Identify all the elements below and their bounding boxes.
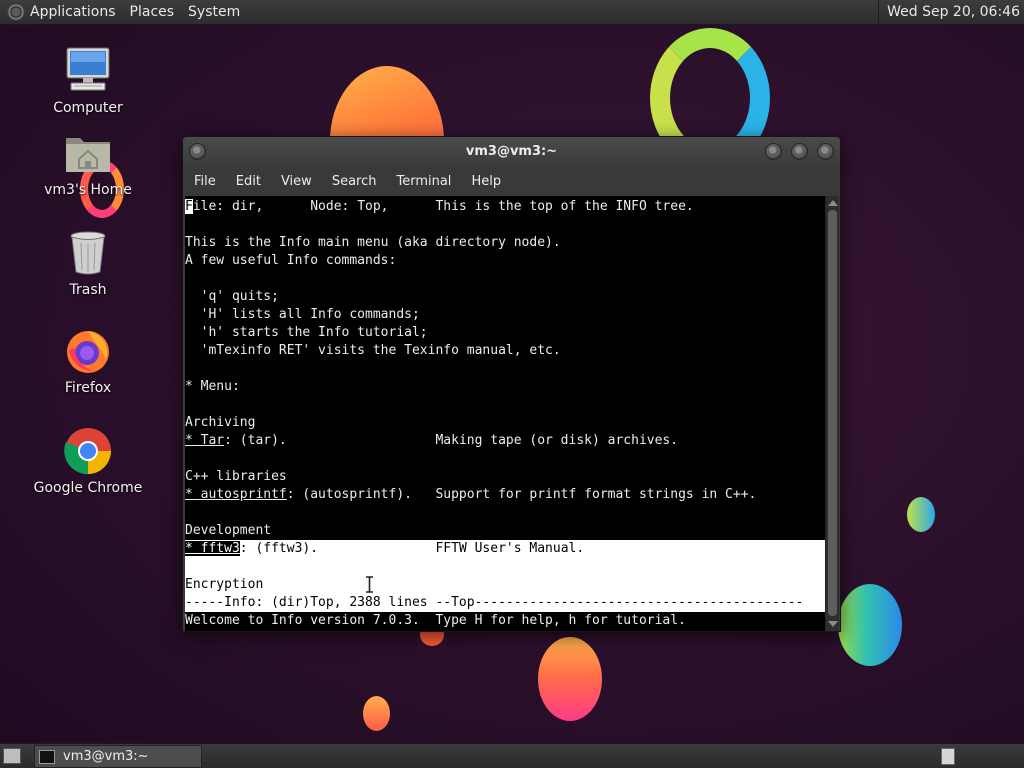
- desktop-icon-chrome[interactable]: Google Chrome: [33, 426, 143, 496]
- desktop-icon-computer[interactable]: Computer: [33, 46, 143, 116]
- menu-edit[interactable]: Edit: [236, 174, 261, 189]
- window-title: vm3@vm3:~: [465, 144, 558, 159]
- computer-icon: [63, 46, 113, 96]
- section-heading: Encryption: [185, 576, 826, 594]
- menu-entry-fftw3: * fftw3: (fftw3). FFTW User's Manual.: [185, 540, 826, 558]
- window-menubar: File Edit View Search Terminal Help: [183, 167, 840, 196]
- menu-entry-desc: : (tar). Making tape (or disk) archives.: [224, 433, 679, 448]
- text-cursor: F: [185, 199, 193, 214]
- panel-clock[interactable]: Wed Sep 20, 06:46: [878, 0, 1024, 25]
- close-button[interactable]: [817, 143, 834, 160]
- desktop-icon-label: Trash: [69, 282, 107, 298]
- menu-entry-tar: * Tar: (tar). Making tape (or disk) arch…: [185, 432, 678, 450]
- info-header-line: File: dir, Node: Top, This is the top of…: [185, 198, 694, 216]
- wallpaper-small-orange-blob: [363, 696, 390, 731]
- wallpaper-small-green-blob: [907, 497, 935, 532]
- info-mode-line: -----Info: (dir)Top, 2388 lines --Top---…: [185, 594, 826, 612]
- window-titlebar[interactable]: vm3@vm3:~: [183, 137, 840, 167]
- terminal-line: 'H' lists all Info commands;: [185, 307, 420, 322]
- menu-entry-desc: : (autosprintf). Support for printf form…: [286, 487, 757, 502]
- home-folder-icon: [63, 128, 113, 178]
- terminal-line: This is the Info main menu (aka director…: [185, 235, 561, 250]
- workspace-switcher[interactable]: [941, 748, 955, 765]
- desktop-icon-trash[interactable]: Trash: [33, 228, 143, 298]
- applications-menu[interactable]: Applications: [30, 4, 116, 20]
- bottom-panel: vm3@vm3:~: [0, 743, 1024, 768]
- section-heading: Archiving: [185, 415, 256, 430]
- info-link-tar[interactable]: * Tar: [185, 433, 224, 448]
- info-link-fftw3[interactable]: * fftw3: [185, 541, 240, 556]
- info-header-text: ile: dir, Node: Top, This is the top of …: [192, 199, 694, 214]
- menu-help[interactable]: Help: [471, 174, 501, 189]
- section-heading: Development: [185, 523, 272, 538]
- desktop-icon-label: Computer: [53, 100, 123, 116]
- top-panel: Applications Places System Wed Sep 20, 0…: [0, 0, 1024, 25]
- scroll-thumb[interactable]: [828, 210, 837, 616]
- ibeam-cursor-icon: [366, 576, 373, 593]
- menu-view[interactable]: View: [281, 174, 312, 189]
- gnome-menu-icon[interactable]: [7, 3, 25, 21]
- terminal-line: 'q' quits;: [185, 289, 279, 304]
- menu-terminal[interactable]: Terminal: [396, 174, 451, 189]
- terminal-icon: [39, 749, 55, 764]
- info-link-autosprintf[interactable]: * autosprintf: [185, 487, 287, 502]
- trash-icon: [63, 228, 113, 278]
- chrome-icon: [63, 426, 113, 476]
- menu-file[interactable]: File: [194, 174, 216, 189]
- section-heading: C++ libraries: [185, 469, 287, 484]
- places-menu[interactable]: Places: [130, 4, 175, 20]
- terminal-line: * Menu:: [185, 379, 240, 394]
- terminal-window[interactable]: vm3@vm3:~ File Edit View Search Terminal…: [182, 136, 841, 632]
- desktop-icon-firefox[interactable]: Firefox: [33, 326, 143, 396]
- scroll-down-arrow-icon[interactable]: [828, 621, 838, 627]
- taskbar-terminal-button[interactable]: vm3@vm3:~: [34, 745, 202, 768]
- system-menu[interactable]: System: [188, 4, 240, 20]
- terminal-scrollbar[interactable]: [825, 196, 839, 631]
- wallpaper-pink-blob: [538, 637, 602, 721]
- taskbar-task-label: vm3@vm3:~: [63, 749, 149, 764]
- firefox-icon: [63, 326, 113, 376]
- desktop-icon-label: Google Chrome: [33, 480, 143, 496]
- desktop-icon-home[interactable]: vm3's Home: [33, 128, 143, 198]
- menu-entry-autosprintf: * autosprintf: (autosprintf). Support fo…: [185, 486, 756, 504]
- terminal-line: 'mTexinfo RET' visits the Texinfo manual…: [185, 343, 561, 358]
- terminal-line-blank: [185, 558, 826, 576]
- terminal-line: 'h' starts the Info tutorial;: [185, 325, 428, 340]
- terminal-output[interactable]: File: dir, Node: Top, This is the top of…: [185, 196, 826, 631]
- info-echo-area: Welcome to Info version 7.0.3. Type H fo…: [185, 613, 686, 628]
- menu-entry-desc: : (fftw3). FFTW User's Manual.: [239, 541, 585, 556]
- wallpaper-blue-green-blob: [838, 584, 902, 666]
- show-desktop-icon[interactable]: [3, 748, 21, 764]
- terminal-line: A few useful Info commands:: [185, 253, 397, 268]
- menu-search[interactable]: Search: [332, 174, 377, 189]
- maximize-button[interactable]: [791, 143, 808, 160]
- scroll-up-arrow-icon[interactable]: [828, 200, 838, 206]
- desktop-icon-label: Firefox: [64, 380, 112, 396]
- desktop-icon-label: vm3's Home: [44, 182, 132, 198]
- minimize-button[interactable]: [765, 143, 782, 160]
